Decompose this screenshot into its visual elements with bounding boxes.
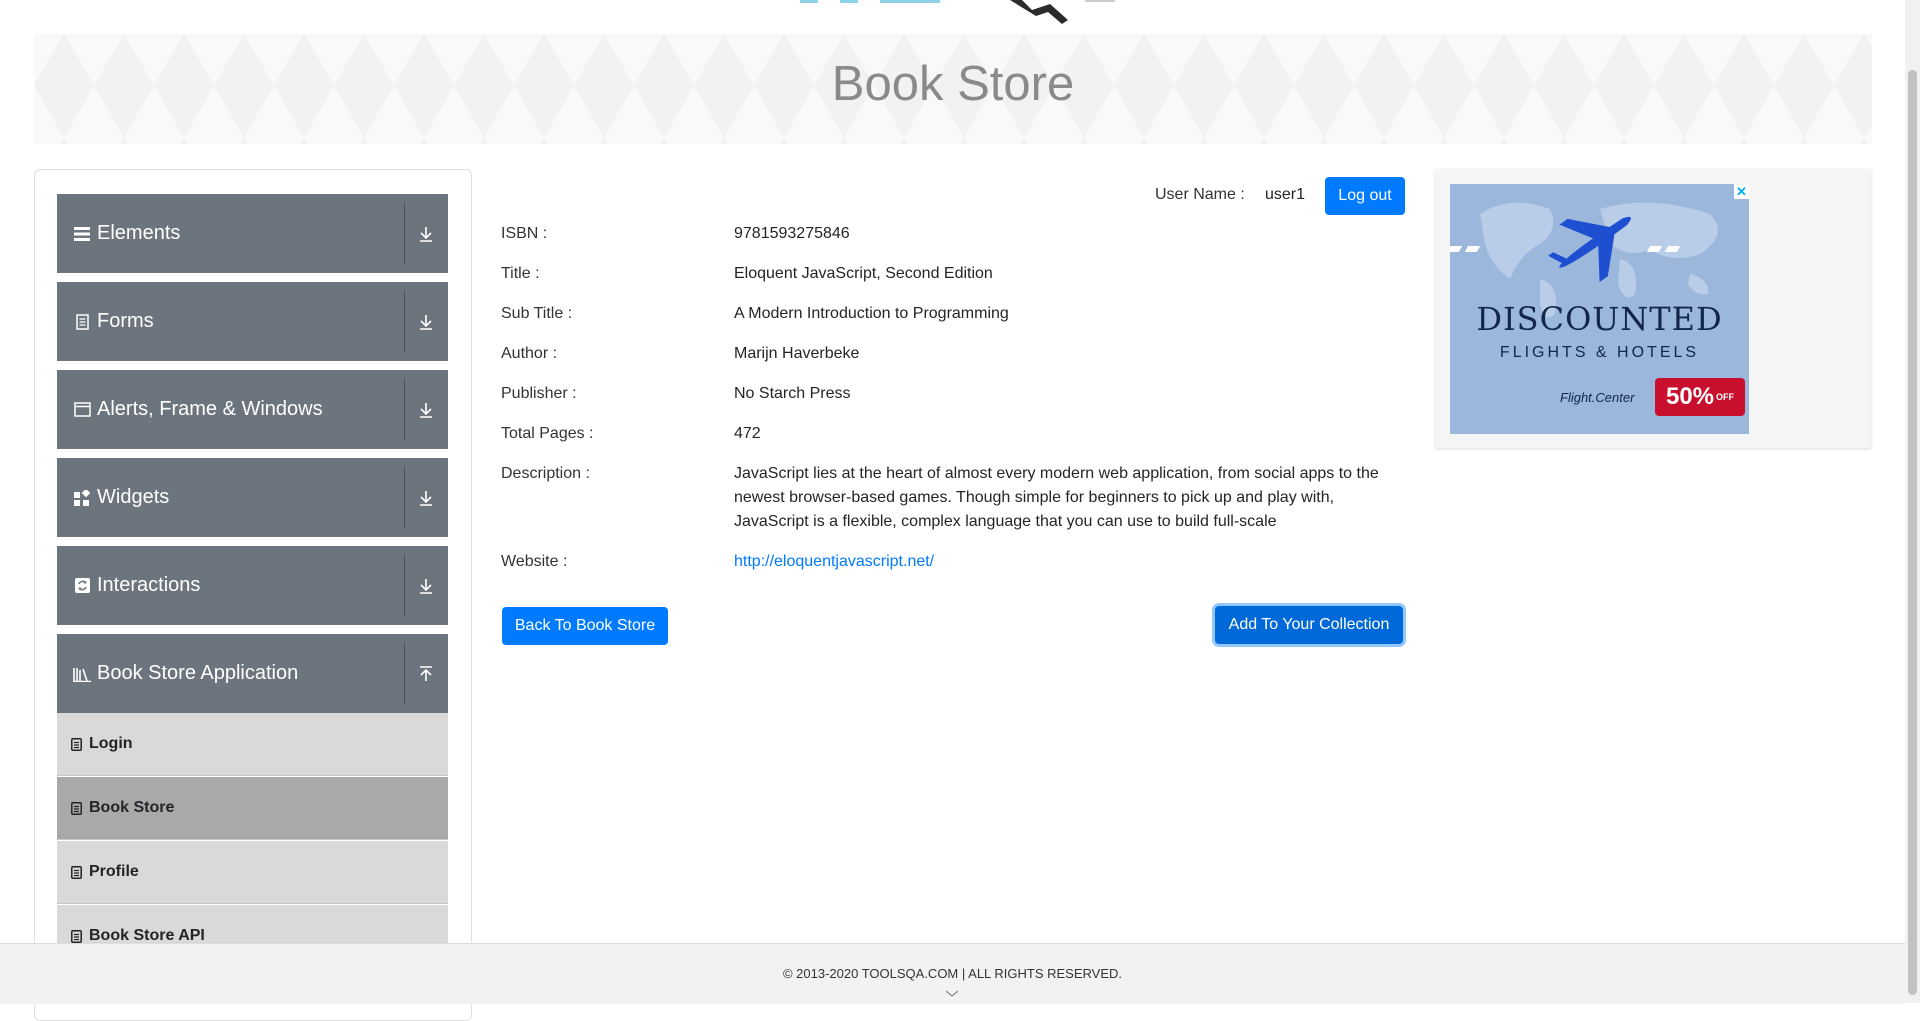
page-icon	[71, 801, 83, 815]
window-icon	[73, 401, 91, 419]
sidebar-item-profile[interactable]: Profile	[57, 841, 448, 904]
sidebar: Elements Forms Alerts, Frame & Windows W…	[34, 169, 472, 1021]
sidebar-group-elements[interactable]: Elements	[57, 194, 448, 273]
divider	[404, 378, 405, 441]
sidebar-item-label: Profile	[89, 863, 139, 880]
widgets-icon	[73, 489, 91, 507]
interactions-icon	[73, 577, 91, 595]
ad-discount-badge: 50% OFF	[1655, 378, 1745, 416]
sidebar-item-label: Login	[89, 735, 133, 752]
total-pages-value: 472	[734, 425, 761, 442]
divider	[404, 466, 405, 529]
ad-title: DISCOUNTED	[1476, 300, 1723, 338]
logout-button[interactable]: Log out	[1325, 177, 1405, 215]
expand-arrow-icon[interactable]	[412, 546, 440, 625]
page-banner: Book Store	[34, 34, 1872, 144]
title-value: Eloquent JavaScript, Second Edition	[734, 265, 993, 282]
page-icon	[71, 865, 83, 879]
website-link[interactable]: http://eloquentjavascript.net/	[734, 553, 934, 570]
sidebar-item-book-store[interactable]: Book Store	[57, 777, 448, 840]
publisher-value: No Starch Press	[734, 385, 851, 402]
sidebar-item-label: Book Store	[89, 799, 175, 816]
close-ad-icon[interactable]: ✕	[1734, 184, 1749, 199]
ad-discount: 50%	[1665, 383, 1715, 410]
scrollbar-thumb[interactable]	[1908, 70, 1917, 995]
description-value: JavaScript lies at the heart of almost e…	[734, 465, 1379, 530]
add-to-collection-button[interactable]: Add To Your Collection	[1215, 606, 1403, 644]
divider	[404, 554, 405, 617]
expand-arrow-icon[interactable]	[412, 282, 440, 361]
expand-arrow-icon[interactable]	[412, 458, 440, 537]
isbn-value: 9781593275846	[734, 225, 850, 242]
ad-brand: Flight.Center	[1560, 390, 1635, 405]
user-name-label: User Name :	[1155, 186, 1245, 203]
publisher-label: Publisher :	[501, 385, 577, 402]
ad-discount-suffix: OFF	[1716, 392, 1735, 402]
sidebar-group-interactions[interactable]: Interactions	[57, 546, 448, 625]
total-pages-label: Total Pages :	[501, 425, 594, 442]
footer-copyright: © 2013-2020 TOOLSQA.COM | ALL RIGHTS RES…	[782, 966, 1123, 981]
page-icon	[71, 929, 83, 943]
sidebar-group-label: Widgets	[97, 486, 170, 508]
author-label: Author :	[501, 345, 558, 362]
collapse-arrow-icon[interactable]	[412, 634, 440, 713]
sidebar-group-label: Forms	[97, 310, 154, 332]
page-title: Book Store	[831, 57, 1075, 111]
subtitle-value: A Modern Introduction to Programming	[734, 305, 1009, 322]
description-label: Description :	[501, 465, 590, 482]
title-label: Title :	[501, 265, 540, 282]
ad-container: ✕ DISCOUNTED FLIGHTS & HOTELS Flight.Cen…	[1435, 169, 1871, 448]
page-icon	[71, 737, 83, 751]
document-icon	[73, 313, 91, 331]
hamburger-icon	[73, 225, 91, 243]
expand-arrow-icon[interactable]	[412, 194, 440, 273]
sidebar-group-label: Book Store Application	[97, 662, 299, 684]
website-label: Website :	[501, 553, 568, 570]
chevron-down-icon[interactable]	[942, 988, 962, 1000]
expand-arrow-icon[interactable]	[412, 370, 440, 449]
sidebar-group-label: Interactions	[97, 574, 201, 596]
sidebar-group-label: Alerts, Frame & Windows	[97, 398, 323, 420]
footer: © 2013-2020 TOOLSQA.COM | ALL RIGHTS RES…	[0, 943, 1905, 1004]
sidebar-group-label: Elements	[97, 222, 181, 244]
user-name-value: user1	[1265, 186, 1306, 203]
divider	[404, 290, 405, 353]
divider	[404, 642, 405, 705]
sidebar-group-book-store-application[interactable]: Book Store Application	[57, 634, 448, 713]
scrollbar[interactable]	[1905, 0, 1920, 1003]
isbn-label: ISBN :	[501, 225, 548, 242]
site-logo[interactable]	[800, 0, 1120, 24]
ad-subtitle: FLIGHTS & HOTELS	[1499, 344, 1700, 361]
subtitle-label: Sub Title :	[501, 305, 573, 322]
books-icon	[73, 665, 91, 683]
advertisement[interactable]: ✕ DISCOUNTED FLIGHTS & HOTELS Flight.Cen…	[1450, 184, 1749, 434]
sidebar-group-alerts[interactable]: Alerts, Frame & Windows	[57, 370, 448, 449]
author-value: Marijn Haverbeke	[734, 345, 860, 362]
divider	[404, 202, 405, 265]
sidebar-group-widgets[interactable]: Widgets	[57, 458, 448, 537]
back-to-book-store-button[interactable]: Back To Book Store	[502, 607, 668, 645]
sidebar-item-login[interactable]: Login	[57, 713, 448, 776]
sidebar-group-forms[interactable]: Forms	[57, 282, 448, 361]
